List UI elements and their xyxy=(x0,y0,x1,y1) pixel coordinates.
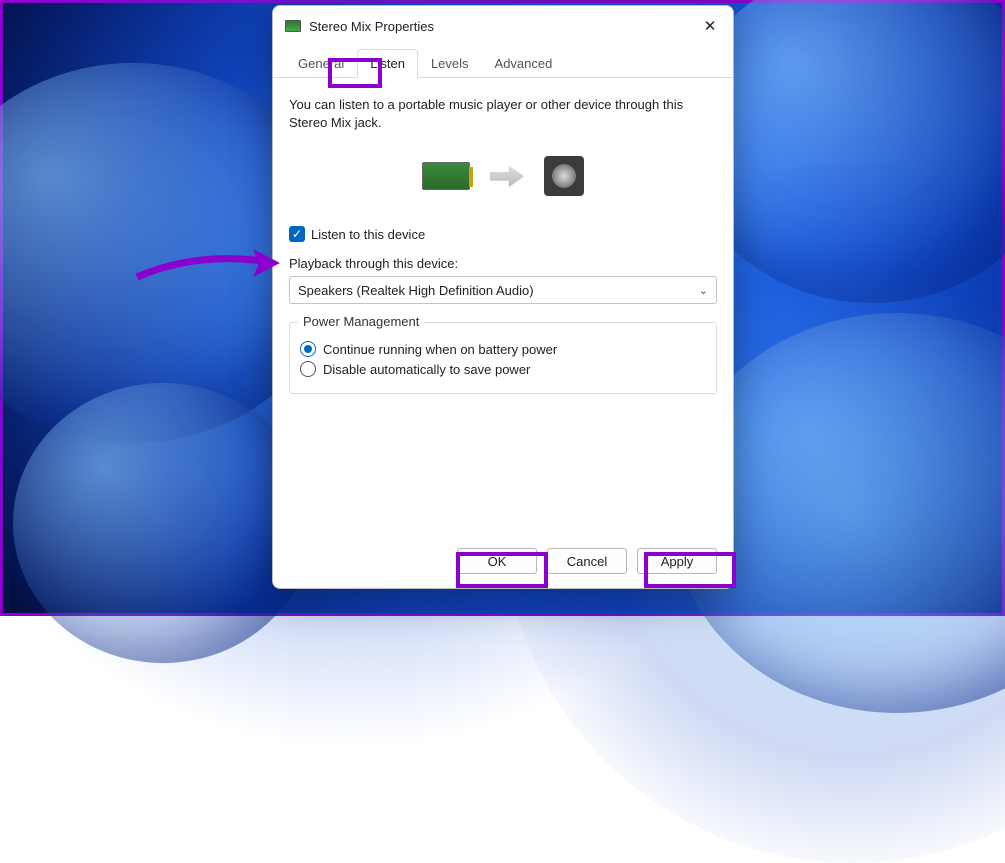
tab-strip: General Listen Levels Advanced xyxy=(273,48,733,78)
listen-checkbox[interactable]: ✓ xyxy=(289,226,305,242)
cancel-button[interactable]: Cancel xyxy=(547,548,627,574)
tab-listen[interactable]: Listen xyxy=(357,49,418,78)
radio-continue[interactable] xyxy=(300,341,316,357)
close-icon: ✕ xyxy=(704,17,717,35)
playback-device-select[interactable]: Speakers (Realtek High Definition Audio)… xyxy=(289,276,717,304)
listen-checkbox-row[interactable]: ✓ Listen to this device xyxy=(289,226,717,242)
power-option-continue[interactable]: Continue running when on battery power xyxy=(300,341,706,357)
close-button[interactable]: ✕ xyxy=(687,14,733,38)
radio-continue-label: Continue running when on battery power xyxy=(323,342,557,357)
dialog-footer: OK Cancel Apply xyxy=(273,536,733,588)
chevron-down-icon: ⌄ xyxy=(699,284,708,297)
ok-button[interactable]: OK xyxy=(457,548,537,574)
tab-levels[interactable]: Levels xyxy=(418,49,482,78)
listen-description: You can listen to a portable music playe… xyxy=(289,96,717,132)
soundcard-icon xyxy=(285,20,301,32)
tab-advanced[interactable]: Advanced xyxy=(482,49,566,78)
device-flow-illustration xyxy=(289,156,717,196)
radio-disable-label: Disable automatically to save power xyxy=(323,362,530,377)
speaker-illustration-icon xyxy=(544,156,584,196)
arrow-right-icon xyxy=(490,165,524,187)
window-title: Stereo Mix Properties xyxy=(309,19,687,34)
titlebar: Stereo Mix Properties ✕ xyxy=(273,6,733,44)
playback-label: Playback through this device: xyxy=(289,256,717,271)
tab-content-listen: You can listen to a portable music playe… xyxy=(273,78,733,536)
playback-device-selected: Speakers (Realtek High Definition Audio) xyxy=(298,283,534,298)
power-management-legend: Power Management xyxy=(298,314,424,329)
apply-button[interactable]: Apply xyxy=(637,548,717,574)
tab-general[interactable]: General xyxy=(285,49,357,78)
power-option-disable[interactable]: Disable automatically to save power xyxy=(300,361,706,377)
soundcard-illustration-icon xyxy=(422,162,470,190)
checkmark-icon: ✓ xyxy=(292,227,302,241)
stereo-mix-properties-dialog: Stereo Mix Properties ✕ General Listen L… xyxy=(272,5,734,589)
power-management-group: Power Management Continue running when o… xyxy=(289,322,717,394)
radio-disable[interactable] xyxy=(300,361,316,377)
listen-checkbox-label: Listen to this device xyxy=(311,227,425,242)
